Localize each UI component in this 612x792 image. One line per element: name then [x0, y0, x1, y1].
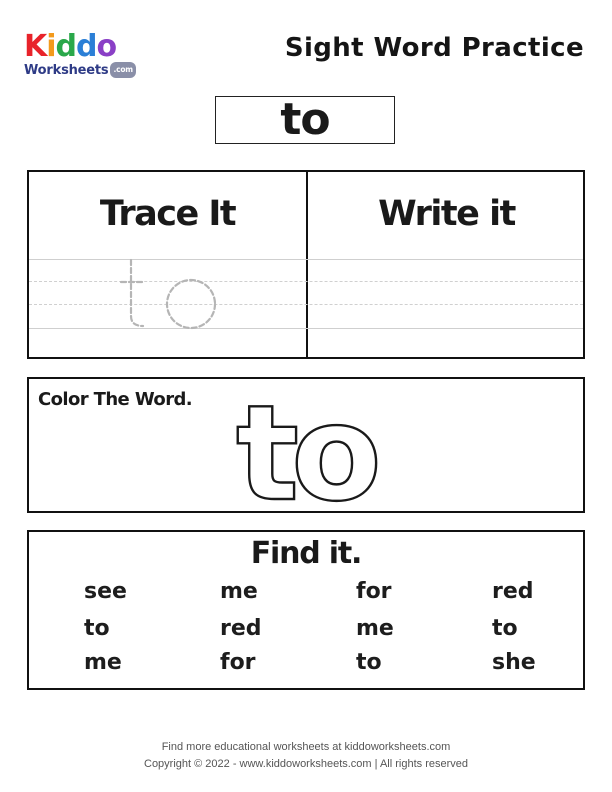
find-word[interactable]: me [84, 650, 122, 675]
write-heading: Write it [378, 194, 516, 234]
find-word[interactable]: red [220, 616, 262, 641]
find-word[interactable]: for [220, 650, 256, 675]
logo-letter: o [96, 29, 118, 64]
trace-write-panel: Trace It Write it [27, 170, 585, 359]
logo-domain-badge: .com [110, 62, 136, 78]
logo-wordmark: Kiddo [24, 32, 154, 62]
guide-line-mid-lower [29, 304, 583, 305]
logo-letter: K [24, 29, 47, 64]
find-word[interactable]: she [492, 650, 536, 675]
trace-stroke-o [165, 278, 217, 330]
trace-word-outline[interactable] [117, 256, 227, 332]
logo-subtitle: Worksheets .com [24, 62, 154, 80]
brand-logo: Kiddo Worksheets .com [24, 32, 154, 78]
guide-line-top [29, 259, 583, 260]
find-word[interactable]: me [356, 616, 394, 641]
guide-line-mid-upper [29, 281, 583, 282]
color-word-panel: Color The Word. to [27, 377, 585, 513]
footer-copyright: Copyright © 2022 - www.kiddoworksheets.c… [144, 758, 468, 770]
find-word[interactable]: to [492, 616, 518, 641]
logo-letter: d [76, 29, 98, 64]
find-word[interactable]: see [84, 579, 127, 604]
find-it-panel: Find it. see me for red to red me to me … [27, 530, 585, 690]
find-it-title: Find it. [250, 536, 363, 571]
sight-word-box: to [215, 96, 395, 144]
logo-subtitle-text: Worksheets [24, 63, 109, 78]
find-word[interactable]: to [84, 616, 110, 641]
footer-promo: Find more educational worksheets at kidd… [161, 741, 451, 753]
outline-word-text: to [236, 387, 377, 507]
find-word[interactable]: for [356, 579, 392, 604]
guide-line-base [29, 328, 583, 329]
color-word-label: Color The Word. [38, 389, 193, 410]
trace-heading: Trace It [99, 194, 237, 234]
trace-stroke-t-stem [129, 258, 145, 328]
outline-word-to[interactable]: to [234, 387, 414, 507]
logo-letter: d [55, 29, 78, 64]
logo-letter: i [46, 29, 56, 64]
find-word[interactable]: to [356, 650, 382, 675]
page-title: Sight Word Practice [284, 33, 584, 63]
sight-word: to [280, 94, 330, 145]
find-word[interactable]: me [220, 579, 258, 604]
find-word[interactable]: red [492, 579, 534, 604]
